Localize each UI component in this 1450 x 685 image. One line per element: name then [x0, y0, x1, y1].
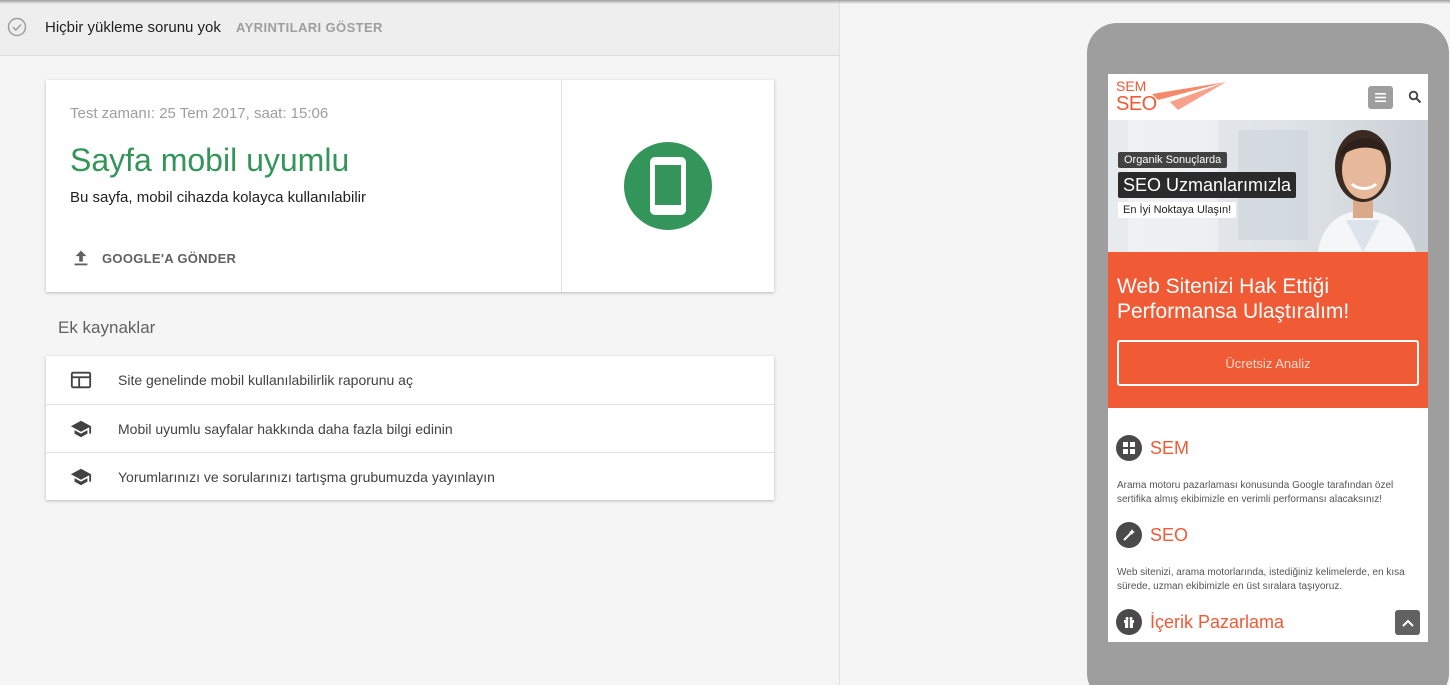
- service-description: Arama motoru pazarlaması konusunda Googl…: [1117, 480, 1394, 505]
- resource-item-discussion-group[interactable]: Yorumlarınızı ve sorularınızı tartışma g…: [46, 452, 774, 500]
- resources-list: Site genelinde mobil kullanılabilirlik r…: [46, 356, 774, 500]
- hero-banner: Organik Sonuçlarda SEO Uzmanlarımızla En…: [1108, 120, 1428, 252]
- free-analysis-button[interactable]: Ücretsiz Analiz: [1117, 340, 1419, 386]
- submit-to-google-button[interactable]: GOOGLE'A GÖNDER: [70, 247, 236, 269]
- hamburger-icon: [1375, 93, 1386, 102]
- chevron-up-icon: [1401, 619, 1414, 627]
- mobile-preview-screen[interactable]: SEM SEO Organik Sonuçlarda SEO Uzmanları…: [1108, 74, 1428, 642]
- resource-item-label: Site genelinde mobil kullanılabilirlik r…: [118, 372, 413, 388]
- school-icon: [70, 468, 92, 486]
- service-title: SEM: [1150, 438, 1190, 458]
- results-panel: Hiçbir yükleme sorunu yok AYRINTILARI GÖ…: [0, 0, 840, 685]
- school-icon: [70, 420, 92, 438]
- show-details-button[interactable]: AYRINTILARI GÖSTER: [236, 20, 383, 35]
- service-title: SEO: [1150, 525, 1189, 545]
- submit-to-google-label: GOOGLE'A GÖNDER: [102, 250, 237, 266]
- service-title: İçerik Pazarlama: [1150, 612, 1285, 632]
- web-icon: [70, 371, 92, 389]
- load-status-bar: Hiçbir yükleme sorunu yok AYRINTILARI GÖ…: [0, 0, 839, 56]
- mobile-friendly-badge: [624, 142, 712, 230]
- check-circle-icon: [7, 17, 27, 37]
- card-divider: [561, 80, 562, 292]
- scroll-to-top-button[interactable]: [1395, 610, 1420, 635]
- service-description: Web sitenizi, arama motorlarında, istedi…: [1117, 567, 1405, 592]
- preview-header: SEM SEO: [1108, 74, 1428, 120]
- resource-item-learn-more[interactable]: Mobil uyumlu sayfalar hakkında daha fazl…: [46, 404, 774, 452]
- test-time: Test zamanı: 25 Tem 2017, saat: 15:06: [70, 105, 329, 122]
- magic-wand-icon: [1116, 522, 1142, 548]
- load-status-message: Hiçbir yükleme sorunu yok: [45, 19, 221, 36]
- resources-title: Ek kaynaklar: [58, 318, 156, 337]
- search-icon[interactable]: [1408, 90, 1422, 104]
- person-photo: [1318, 130, 1416, 252]
- top-shadow: [0, 0, 1450, 4]
- gift-icon: [1116, 609, 1142, 635]
- menu-button[interactable]: [1368, 86, 1393, 109]
- result-subtitle: Bu sayfa, mobil cihazda kolayca kullanıl…: [70, 189, 366, 206]
- hero-tag-experts: SEO Uzmanlarımızla: [1118, 172, 1297, 198]
- result-title: Sayfa mobil uyumlu: [70, 142, 350, 178]
- promo-title: Web Sitenizi Hak Ettiği Performansa Ulaş…: [1117, 275, 1350, 323]
- resource-item-label: Mobil uyumlu sayfalar hakkında daha fazl…: [118, 421, 453, 437]
- promo-section: Web Sitenizi Hak Ettiği Performansa Ulaş…: [1108, 252, 1428, 408]
- resource-item-usability-report[interactable]: Site genelinde mobil kullanılabilirlik r…: [46, 356, 774, 404]
- upload-icon: [74, 250, 88, 266]
- grid-icon: [1116, 435, 1142, 461]
- hero-tag-best-spot: En İyi Noktaya Ulaşın!: [1118, 202, 1237, 218]
- smartphone-icon: [650, 157, 686, 215]
- hero-tag-organic: Organik Sonuçlarda: [1118, 152, 1228, 168]
- result-card: Test zamanı: 25 Tem 2017, saat: 15:06 Sa…: [46, 80, 774, 292]
- resource-item-label: Yorumlarınızı ve sorularınızı tartışma g…: [118, 469, 495, 485]
- logo-text-top: SEM: [1116, 78, 1147, 94]
- logo-wing-icon: [1148, 82, 1226, 110]
